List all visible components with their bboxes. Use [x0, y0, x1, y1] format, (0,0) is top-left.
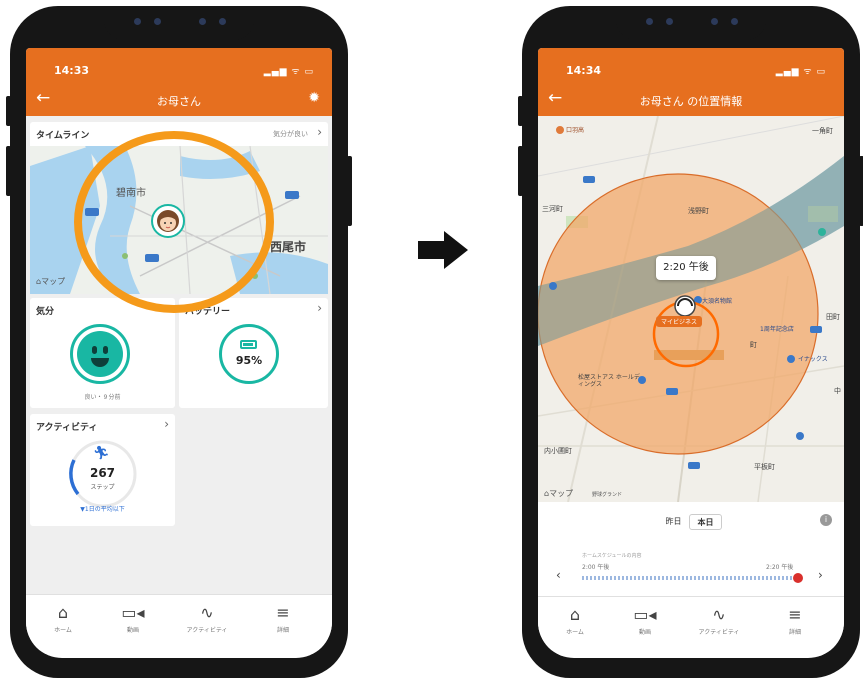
chevron-right-icon[interactable]: › [317, 125, 322, 139]
slider-end: 2:20 午後 [766, 564, 794, 571]
tab-details[interactable]: ≡ 詳細 [760, 605, 830, 636]
battery-value: 95% [235, 354, 263, 367]
chevron-right-icon[interactable]: › [317, 301, 322, 315]
map-label: 中 [834, 387, 841, 395]
toggle-yesterday[interactable]: 昨日 [658, 514, 689, 530]
battery-ring: 95% [219, 324, 279, 384]
home-icon: ⌂ [57, 603, 69, 622]
map-label: 松屋ストアス ホールディングス [578, 374, 640, 388]
info-icon[interactable]: i [820, 514, 832, 526]
activity-title: アクティビティ [36, 423, 98, 433]
map-label: 町 [750, 341, 757, 349]
right-arrow-icon [418, 231, 468, 269]
side-button [518, 96, 523, 126]
map-label: 口羽高 [566, 127, 585, 134]
map-label: 一角町 [812, 127, 833, 135]
status-bar: 14:33 ▂▄▆ ᯤ ▭ [26, 48, 332, 84]
notch [616, 6, 766, 40]
mood-caption: 良い・９分前 [84, 394, 121, 401]
pulse-icon: ∿ [200, 603, 214, 622]
pulse-icon: ∿ [712, 605, 726, 624]
map-label: 三河町 [542, 205, 563, 213]
bottom-tab-bar: ⌂ ホーム ▭◂ 動画 ∿ アクティビティ ≡ 詳細 [26, 594, 332, 654]
side-button [6, 96, 11, 126]
status-icons: ▂▄▆ ᯤ ▭ [263, 67, 314, 77]
slider-thumb[interactable] [793, 573, 803, 583]
map-label: 平板町 [754, 463, 775, 471]
app-header: ← お母さん の位置情報 [538, 84, 844, 116]
video-icon: ▭◂ [121, 603, 145, 622]
page-title: お母さん [157, 95, 201, 108]
status-time: 14:33 [54, 64, 90, 77]
page-title: お母さん の位置情報 [639, 95, 743, 108]
right-phone: 14:34 ▂▄▆ ᯤ ▭ ← お母さん の位置情報 口羽高 一角町 三河町 浅… [518, 6, 863, 678]
time-slider[interactable] [582, 573, 803, 583]
place-tag[interactable]: マイビジネス [656, 316, 703, 327]
slider-start: 2:00 午後 [582, 564, 610, 571]
tab-activity[interactable]: ∿ アクティビティ [684, 605, 754, 636]
map-label: 野球グランド [592, 492, 623, 498]
map-label: イナックス [798, 356, 828, 363]
toggle-today[interactable]: 本日 [689, 514, 722, 530]
status-time: 14:34 [566, 64, 602, 77]
mood-title: 気分 [36, 307, 55, 317]
status-icons: ▂▄▆ ᯤ ▭ [775, 67, 826, 77]
tab-details[interactable]: ≡ 詳細 [248, 603, 318, 634]
bottom-tab-bar: ⌂ ホーム ▭◂ 動画 ∿ アクティビティ ≡ 詳細 [538, 596, 844, 656]
time-bubble-text: 2:20 午後 [663, 262, 709, 273]
map-label: 浅野町 [688, 207, 709, 215]
map-label: 大須名物館 [702, 298, 733, 305]
status-bar: 14:34 ▂▄▆ ᯤ ▭ [538, 48, 844, 84]
time-bubble: 2:20 午後 [656, 256, 716, 280]
map-label: 内小圃町 [544, 447, 572, 455]
tab-home[interactable]: ⌂ ホーム [28, 603, 98, 634]
left-phone: 14:33 ▂▄▆ ᯤ ▭ ← お母さん ✹ タイムライン 気分が良い › 碧南… [6, 6, 352, 678]
map-label: 1周年記念店 [760, 326, 794, 333]
tab-home[interactable]: ⌂ ホーム [540, 605, 610, 636]
chevron-right-icon[interactable]: › [818, 568, 823, 582]
step-unit: ステップ [90, 484, 115, 491]
map-watermark: ⌂マップ [36, 277, 66, 286]
chevron-left-icon[interactable]: ‹ [556, 568, 561, 582]
activity-card[interactable]: アクティビティ › 🏃︎ 267 ステップ ▼1日の平均以下 [30, 414, 175, 526]
walking-icon: 🏃︎ [93, 446, 110, 461]
side-button [518, 146, 523, 196]
menu-icon: ≡ [276, 603, 290, 622]
chevron-right-icon[interactable]: › [164, 417, 169, 431]
video-icon: ▭◂ [633, 605, 657, 624]
map-label: 田町 [826, 313, 840, 321]
highlight-circle [74, 131, 274, 313]
activity-caption: ▼1日の平均以下 [80, 506, 125, 513]
slider-caption: ホームスケジュールの内容 [582, 553, 642, 559]
tab-activity[interactable]: ∿ アクティビティ [172, 603, 242, 634]
map-graphic [538, 116, 844, 502]
app-header: ← お母さん ✹ [26, 84, 332, 116]
side-button [347, 156, 352, 226]
smiley-face-icon [70, 324, 130, 384]
side-button [859, 156, 863, 226]
tab-video[interactable]: ▭◂ 動画 [610, 605, 680, 636]
home-icon: ⌂ [569, 605, 581, 624]
step-count: 267 [89, 466, 116, 480]
menu-icon: ≡ [788, 605, 802, 624]
location-map[interactable]: 口羽高 一角町 三河町 浅野町 大須名物館 1周年記念店 田町 町 イナックス … [538, 116, 844, 502]
day-toggle: 昨日 本日 [658, 514, 722, 530]
tab-video[interactable]: ▭◂ 動画 [98, 603, 168, 634]
notch [104, 6, 254, 40]
side-button [6, 146, 11, 196]
gear-icon[interactable]: ✹ [308, 90, 320, 106]
right-screen: 14:34 ▂▄▆ ᯤ ▭ ← お母さん の位置情報 口羽高 一角町 三河町 浅… [538, 48, 844, 658]
map-watermark: ⌂マップ [544, 489, 574, 498]
battery-icon [240, 340, 257, 349]
